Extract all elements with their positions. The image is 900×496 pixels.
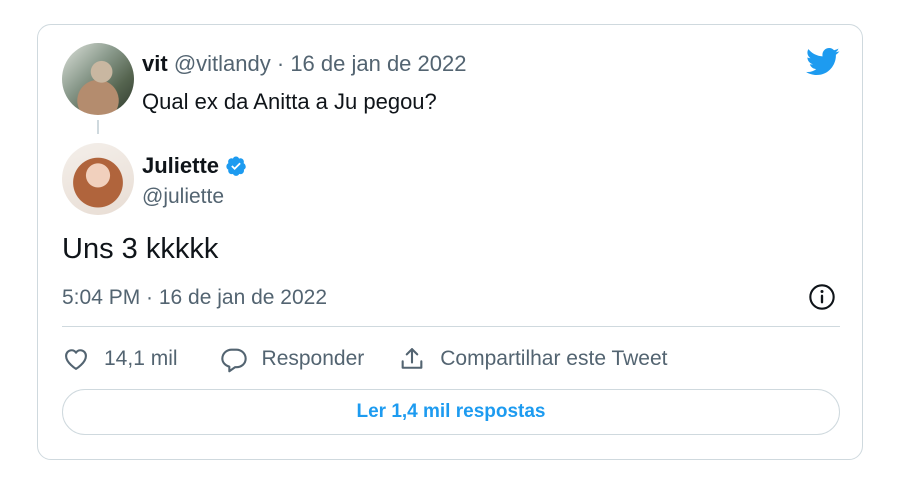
share-icon [401, 348, 423, 369]
reply-label: Responder [261, 347, 365, 370]
thread-connector [97, 120, 99, 134]
read-replies-button[interactable]: Ler 1,4 mil respostas [62, 389, 840, 435]
tweet-timestamp[interactable]: 5:04 PM · 16 de jan de 2022 [62, 286, 327, 310]
reply-to-handle[interactable]: @vitlandy [174, 51, 271, 76]
reply-to-text: Qual ex da Anitta a Ju pegou? [142, 89, 437, 114]
reply-icon [220, 348, 247, 373]
like-button[interactable]: 14,1 mil [62, 345, 178, 373]
heart-icon [65, 349, 87, 370]
reply-button[interactable]: Responder [220, 345, 365, 373]
reply-to-header: vit @vitlandy · 16 de jan de 2022 [142, 51, 466, 77]
share-label: Compartilhar este Tweet [440, 347, 668, 370]
reply-to-date[interactable]: · 16 de jan de 2022 [277, 51, 467, 76]
author-handle[interactable]: @juliette [142, 185, 224, 209]
share-button[interactable]: Compartilhar este Tweet [398, 345, 667, 373]
info-icon[interactable] [808, 283, 836, 311]
like-count: 14,1 mil [104, 347, 178, 370]
tweet-card: vit @vitlandy · 16 de jan de 2022 Qual e… [37, 24, 863, 460]
author-name[interactable]: Juliette [142, 153, 219, 179]
divider [62, 326, 840, 327]
tweet-text: Uns 3 kkkkk [62, 233, 219, 265]
reply-to-name[interactable]: vit [142, 51, 168, 76]
verified-badge-icon [226, 156, 246, 176]
action-bar: 14,1 mil Responder Compartilhar este Twe… [62, 343, 667, 375]
author-name-row[interactable]: Juliette [142, 153, 247, 179]
avatar-juliette[interactable] [62, 143, 134, 215]
avatar-vit[interactable] [62, 43, 134, 115]
twitter-bird-icon[interactable] [806, 47, 840, 77]
